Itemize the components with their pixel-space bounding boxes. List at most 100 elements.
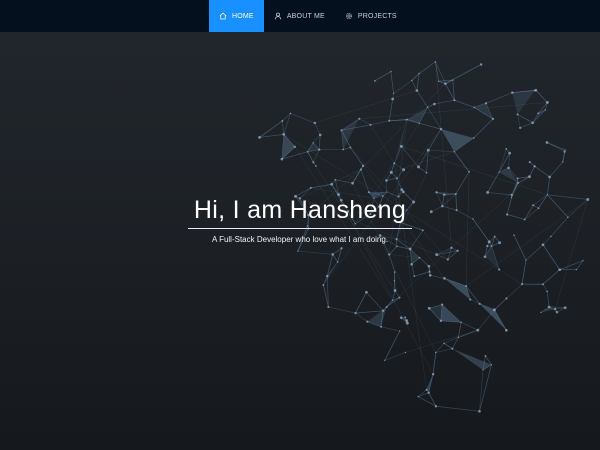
network-node — [482, 369, 484, 371]
network-edge — [454, 99, 475, 108]
network-node — [428, 273, 432, 277]
network-node — [531, 121, 535, 125]
network-node — [431, 373, 435, 376]
network-node — [582, 260, 584, 262]
network-node — [349, 146, 352, 149]
network-node — [393, 162, 396, 165]
network-node — [438, 80, 440, 82]
network-node — [534, 88, 538, 92]
nav-item-projects[interactable]: PROJECTS — [335, 0, 407, 32]
network-edge — [529, 166, 535, 177]
network-edge — [520, 122, 533, 129]
network-edge — [405, 329, 478, 353]
network-facet — [441, 129, 474, 152]
network-node — [508, 151, 512, 155]
network-node — [505, 148, 508, 150]
network-node — [533, 165, 536, 168]
network-edge — [297, 250, 333, 255]
network-node — [393, 280, 395, 282]
network-edge — [418, 166, 427, 174]
network-edge — [312, 134, 321, 144]
network-node — [381, 309, 385, 312]
network-node — [312, 161, 315, 164]
network-node — [545, 141, 549, 144]
network-node — [507, 166, 510, 170]
network-node — [453, 151, 455, 153]
network-node — [440, 303, 444, 306]
network-node — [562, 161, 564, 163]
network-node — [418, 122, 420, 124]
network-node — [451, 347, 454, 350]
hero-title: Hi, I am Hansheng — [187, 194, 413, 229]
network-edge — [355, 310, 384, 314]
network-node — [434, 60, 437, 63]
network-node — [439, 319, 443, 322]
network-edge — [392, 290, 396, 301]
network-node — [351, 181, 354, 185]
network-edge — [350, 147, 364, 167]
network-node — [396, 177, 398, 180]
network-node — [547, 305, 551, 309]
network-node — [486, 244, 489, 248]
network-node — [428, 270, 431, 273]
network-edge — [473, 118, 494, 139]
network-node — [498, 268, 501, 271]
network-edge — [386, 177, 398, 181]
network-edge — [517, 114, 521, 128]
network-node — [558, 268, 562, 272]
network-node — [393, 271, 396, 273]
network-node — [473, 106, 475, 109]
network-node — [544, 109, 547, 111]
network-node — [504, 328, 508, 332]
network-facet — [479, 303, 507, 331]
network-node — [404, 351, 407, 354]
network-edge — [542, 269, 560, 285]
nav-item-about-me[interactable]: ABOUT ME — [264, 0, 335, 32]
network-facet — [452, 348, 492, 370]
network-node — [389, 170, 393, 174]
network-node — [443, 342, 445, 345]
network-edge — [411, 264, 415, 277]
network-node — [359, 168, 362, 171]
network-node — [309, 186, 312, 189]
network-node — [312, 142, 314, 144]
network-node — [340, 247, 343, 250]
network-edge — [461, 322, 478, 331]
user-icon — [274, 12, 282, 20]
network-edge — [487, 172, 500, 193]
network-node — [563, 150, 566, 153]
network-node — [393, 289, 397, 292]
network-node — [318, 133, 322, 137]
network-edge — [355, 312, 368, 322]
network-edge — [452, 337, 459, 349]
hero-subtitle: A Full-Stack Developer who love what I a… — [211, 235, 389, 244]
network-node — [453, 99, 456, 102]
network-edge — [436, 254, 448, 260]
network-edge — [435, 348, 453, 353]
network-node — [546, 290, 548, 293]
network-edge — [434, 99, 455, 105]
network-node — [418, 72, 420, 75]
network-node — [388, 119, 391, 122]
network-edge — [380, 326, 400, 332]
network-edge — [453, 151, 470, 173]
network-edge — [343, 147, 351, 150]
network-node — [516, 177, 519, 180]
network-node — [468, 170, 470, 173]
network-node — [537, 112, 540, 115]
network-node — [399, 316, 403, 320]
network-node — [528, 175, 531, 179]
network-edge — [366, 292, 384, 311]
network-edge — [436, 250, 458, 255]
network-edge — [542, 284, 548, 292]
network-node — [415, 89, 419, 92]
network-node — [554, 307, 557, 311]
nav-item-home[interactable]: HOME — [209, 0, 264, 32]
page: HOME ABOUT ME PROJECTS Hi, I am Hansheng… — [0, 0, 600, 450]
network-node — [336, 261, 339, 263]
network-node — [479, 63, 483, 66]
network-edge — [290, 113, 315, 124]
network-node — [460, 321, 462, 324]
network-node — [365, 290, 368, 294]
network-node — [478, 410, 481, 413]
